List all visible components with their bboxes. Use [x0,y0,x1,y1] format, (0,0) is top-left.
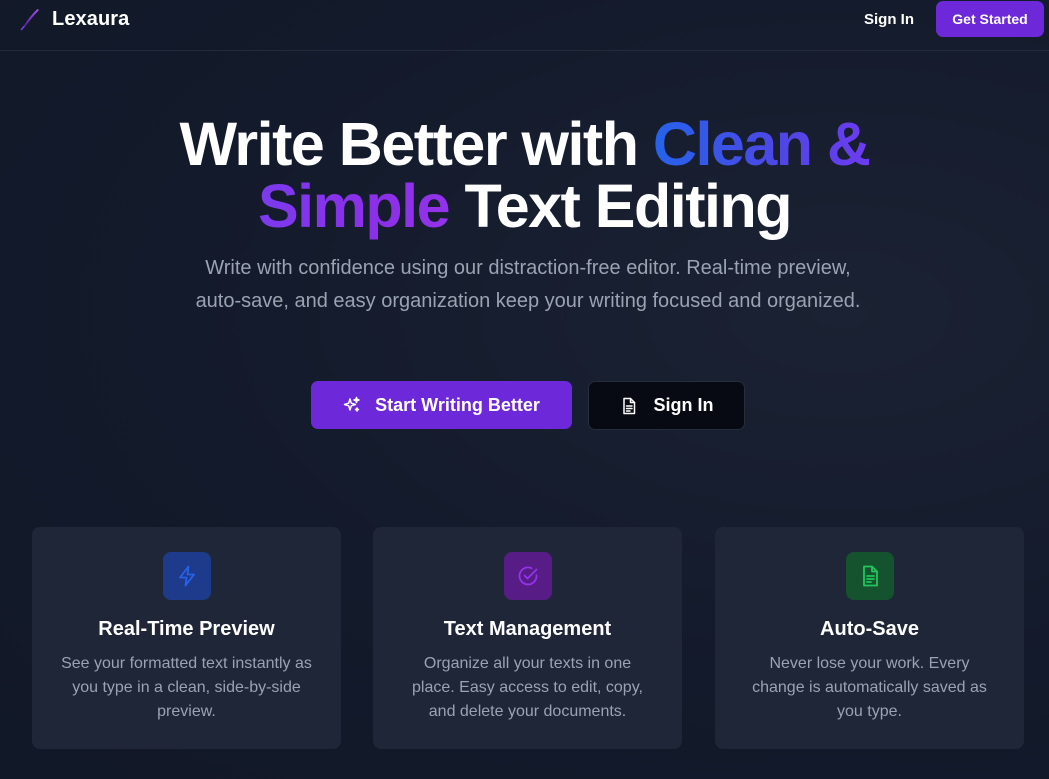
feature-description: See your formatted text instantly as you… [61,655,312,720]
brand-name: Lexaura [52,7,130,30]
feature-description: Never lose your work. Every change is au… [752,655,987,720]
document-icon [620,397,638,415]
feather-pen-icon [18,6,42,32]
start-writing-label: Start Writing Better [375,394,540,415]
brand[interactable]: Lexaura [18,4,129,34]
hero-title-part1: Write Better with [179,110,653,178]
feature-card-auto-save: Auto-Save Never lose your work. Every ch… [715,527,1024,749]
sparkles-icon [343,396,361,414]
feature-card-text-management: Text Management Organize all your texts … [373,527,682,749]
landing-page: Lexaura Sign In Get Started Write Better… [0,0,1049,779]
hero-signin-label: Sign In [653,395,714,415]
hero-signin-button[interactable]: Sign In [588,381,745,430]
hero-subtitle: Write with confidence using our distract… [195,257,861,312]
top-nav: Lexaura Sign In Get Started [0,0,1049,51]
hero-title-highlight2: Simple [258,172,451,240]
feature-title: Real-Time Preview [98,618,275,640]
feature-card-realtime-preview: Real-Time Preview See your formatted tex… [32,527,341,749]
feature-title: Text Management [443,618,612,640]
hero-title: Write Better with Clean & Simple Text Ed… [0,113,1049,237]
nav-signin-link[interactable]: Sign In [854,4,924,34]
start-writing-button[interactable]: Start Writing Better [311,381,572,429]
lightning-icon [162,552,211,600]
check-circle-icon [503,552,552,600]
hero-title-highlight1: Clean & [652,110,871,178]
feature-title: Auto-Save [820,618,919,640]
file-text-icon [845,552,894,600]
get-started-button[interactable]: Get Started [936,1,1044,37]
feature-description: Organize all your texts in one place. Ea… [412,655,643,720]
hero-title-part2: Text Editing [449,172,792,240]
